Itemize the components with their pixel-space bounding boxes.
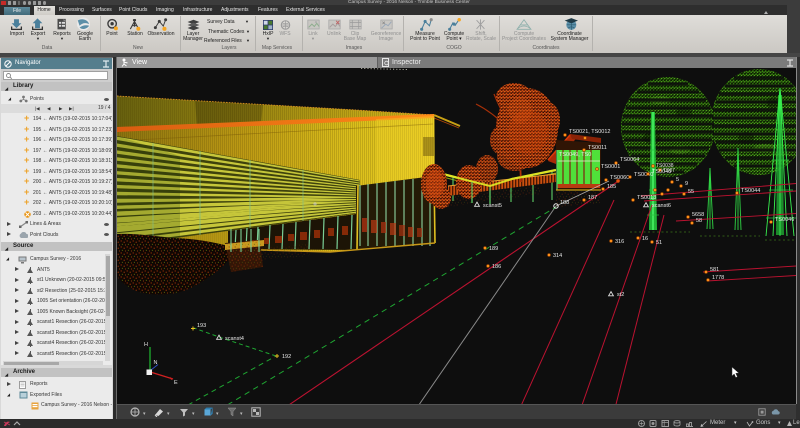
svg-text:193: 193: [197, 323, 206, 329]
svg-text:TS0044: TS0044: [741, 188, 760, 194]
svg-text:N: N: [154, 360, 158, 366]
svg-text:scanst4: scanst4: [225, 336, 244, 342]
svg-text:TS0013: TS0013: [637, 195, 656, 201]
svg-text:E: E: [174, 380, 178, 386]
svg-text:1778: 1778: [712, 275, 724, 281]
svg-text:TS0011: TS0011: [588, 145, 607, 151]
svg-text:5: 5: [676, 177, 679, 183]
svg-text:st2: st2: [617, 292, 624, 298]
svg-text:185: 185: [607, 184, 616, 190]
svg-text:188: 188: [560, 200, 569, 206]
svg-text:51: 51: [656, 240, 662, 246]
svg-text:TS0001: TS0001: [601, 164, 620, 170]
svg-text:55: 55: [688, 189, 694, 195]
svg-text:TS0064: TS0064: [620, 157, 639, 163]
svg-text:186: 186: [492, 264, 501, 270]
svg-text:192: 192: [282, 354, 291, 360]
svg-text:316: 316: [615, 239, 624, 245]
svg-text:TS0046: TS0046: [775, 217, 794, 223]
svg-text:581: 581: [710, 267, 719, 273]
svg-text:16: 16: [642, 236, 648, 242]
svg-text:314: 314: [553, 253, 562, 259]
svg-text:187: 187: [588, 195, 597, 201]
svg-text:TS0040: TS0040: [634, 172, 653, 178]
svg-text:189: 189: [489, 246, 498, 252]
svg-text:scanst6: scanst6: [652, 203, 671, 209]
svg-text:TS0021, TS0012: TS0021, TS0012: [569, 129, 610, 135]
svg-text:TS0043: TS0043: [652, 169, 671, 175]
svg-text:TS0060: TS0060: [610, 175, 629, 181]
svg-text:H: H: [144, 342, 148, 348]
svg-text:58: 58: [696, 218, 702, 224]
svg-text:9: 9: [685, 181, 688, 187]
svg-text:scanst5: scanst5: [483, 203, 502, 209]
svg-text:TS0049, TS0: TS0049, TS0: [559, 152, 591, 158]
